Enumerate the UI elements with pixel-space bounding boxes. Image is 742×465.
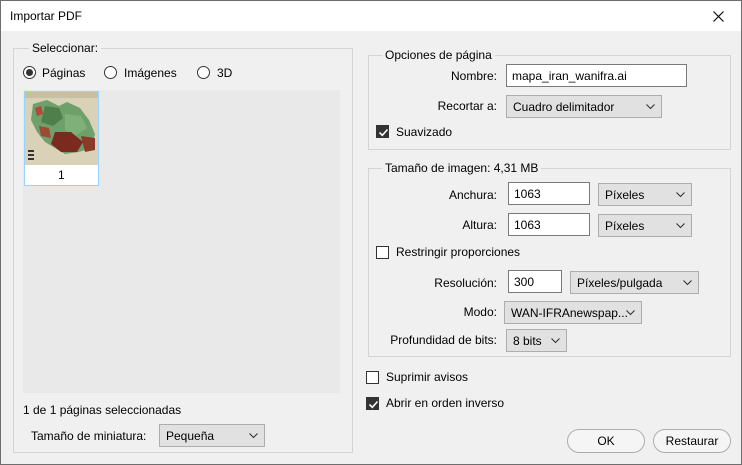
- smooth-checkbox[interactable]: [376, 125, 389, 138]
- suppress-warnings-label: Suprimir avisos: [386, 370, 469, 384]
- constrain-label: Restringir proporciones: [396, 245, 521, 259]
- chevron-down-icon: [683, 280, 692, 286]
- chevron-down-icon: [676, 223, 685, 229]
- resolution-unit-select[interactable]: Píxeles/pulgada: [570, 271, 699, 294]
- map-thumbnail-image: [25, 92, 98, 165]
- chevron-down-icon: [551, 338, 560, 344]
- height-unit-select[interactable]: Píxeles: [598, 214, 692, 237]
- image-size-legend: Tamaño de imagen: 4,31 MB: [382, 161, 542, 175]
- chevron-down-icon: [676, 192, 685, 198]
- check-icon: [368, 400, 379, 409]
- depth-value: 8 bits: [513, 334, 542, 348]
- radio-pages-label: Páginas: [42, 66, 86, 80]
- resolution-label: Resolución:: [434, 276, 497, 290]
- chevron-down-icon: [249, 433, 258, 439]
- height-input[interactable]: 1063: [508, 213, 590, 236]
- crop-label: Recortar a:: [437, 99, 497, 113]
- suppress-warnings-checkbox[interactable]: [366, 371, 379, 384]
- height-unit-value: Píxeles: [605, 219, 645, 233]
- page-options-legend: Opciones de página: [382, 48, 495, 62]
- chevron-down-icon: [626, 310, 635, 316]
- depth-select[interactable]: 8 bits: [506, 329, 567, 352]
- width-unit-value: Píxeles: [605, 188, 645, 202]
- radio-images[interactable]: [104, 66, 117, 79]
- ok-button[interactable]: OK: [567, 429, 645, 453]
- radio-3d-label: 3D: [217, 66, 233, 80]
- selection-status: 1 de 1 páginas seleccionadas: [23, 403, 182, 417]
- import-pdf-dialog: Importar PDF Seleccionar: Páginas Imágen…: [0, 0, 742, 465]
- crop-select[interactable]: Cuadro delimitador: [506, 95, 662, 118]
- thumb-size-value: Pequeña: [166, 429, 215, 443]
- reverse-order-checkbox[interactable]: [366, 397, 379, 410]
- depth-label: Profundidad de bits:: [390, 333, 497, 347]
- resolution-input[interactable]: 300: [508, 270, 562, 293]
- title-bar: Importar PDF: [1, 1, 741, 31]
- close-icon: [712, 10, 724, 22]
- check-icon: [378, 128, 389, 137]
- width-unit-select[interactable]: Píxeles: [598, 183, 692, 206]
- select-group-legend: Seleccionar:: [29, 41, 102, 55]
- constrain-checkbox[interactable]: [376, 246, 389, 259]
- mode-value: WAN-IFRAnewspap...: [511, 306, 628, 320]
- radio-images-label: Imágenes: [124, 66, 177, 80]
- height-label: Altura:: [462, 218, 497, 232]
- mode-label: Modo:: [463, 305, 497, 319]
- crop-value: Cuadro delimitador: [513, 100, 615, 114]
- page-thumbnail[interactable]: 1: [24, 91, 99, 186]
- thumb-size-label: Tamaño de miniatura:: [31, 429, 147, 443]
- name-label: Nombre:: [450, 69, 497, 83]
- chevron-down-icon: [646, 104, 655, 110]
- reverse-order-label: Abrir en orden inverso: [386, 396, 505, 410]
- name-input[interactable]: mapa_iran_wanifra.ai: [506, 64, 687, 87]
- close-button[interactable]: [695, 1, 741, 31]
- window-title: Importar PDF: [10, 9, 83, 23]
- width-input[interactable]: 1063: [508, 182, 590, 205]
- width-label: Anchura:: [448, 188, 497, 202]
- resolution-unit-value: Píxeles/pulgada: [577, 276, 663, 290]
- smooth-label: Suavizado: [396, 125, 453, 139]
- thumb-size-select[interactable]: Pequeña: [159, 424, 265, 447]
- reset-button[interactable]: Restaurar: [653, 429, 731, 453]
- mode-select[interactable]: WAN-IFRAnewspap...: [504, 301, 642, 324]
- thumbnail-page-number: 1: [58, 168, 65, 182]
- radio-pages[interactable]: [23, 66, 36, 79]
- radio-3d[interactable]: [197, 66, 210, 79]
